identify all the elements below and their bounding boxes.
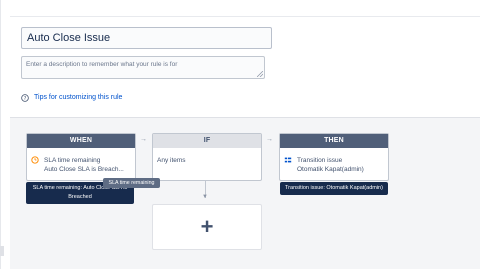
plus-icon: +: [200, 214, 214, 239]
when-body: SLA time remaining Auto Close SLA is Bre…: [27, 148, 135, 174]
question-circle-icon: ?: [21, 94, 29, 102]
then-action-label: Transition issue: [297, 157, 343, 164]
left-border: [0, 0, 1, 269]
when-card[interactable]: WHEN SLA time remaining Auto Close SLA i…: [26, 133, 136, 181]
when-trigger-label: SLA time remaining: [44, 157, 101, 164]
tips-link[interactable]: Tips for customizing this rule: [34, 93, 122, 103]
rule-name-input[interactable]: Auto Close Issue: [21, 27, 272, 49]
action-tooltip: Transition issue: Otomatik Kapat(admin): [280, 182, 388, 195]
description-placeholder: Enter a description to remember what you…: [26, 61, 178, 68]
then-card[interactable]: THEN Transition issue Otomatik Kapat(adm…: [279, 133, 389, 181]
then-body: Transition issue Otomatik Kapat(admin): [280, 148, 388, 174]
if-condition-label: Any items: [157, 157, 186, 164]
clock-icon: [31, 156, 39, 164]
arrow-right-icon: →: [140, 136, 147, 143]
if-header: IF: [153, 134, 261, 148]
if-card[interactable]: IF Any items: [152, 133, 262, 181]
when-trigger-detail: Auto Close SLA is Breach...: [44, 166, 124, 173]
transition-icon: [284, 157, 292, 163]
add-component-button[interactable]: +: [152, 204, 262, 250]
if-body: Any items: [153, 148, 261, 165]
hover-tooltip: SLA time remaining: [103, 178, 160, 188]
left-panel-stub: [0, 246, 4, 256]
arrow-right-icon: →: [266, 136, 273, 143]
then-action-detail: Otomatik Kapat(admin): [297, 166, 364, 173]
tips-row: ? Tips for customizing this rule: [21, 93, 122, 103]
arrow-down-icon: ▼: [202, 194, 208, 200]
top-divider: [10, 16, 480, 17]
when-header: WHEN: [27, 134, 135, 148]
resize-grip-icon[interactable]: [257, 71, 263, 77]
rule-description-textarea[interactable]: Enter a description to remember what you…: [21, 56, 265, 79]
then-header: THEN: [280, 134, 388, 148]
